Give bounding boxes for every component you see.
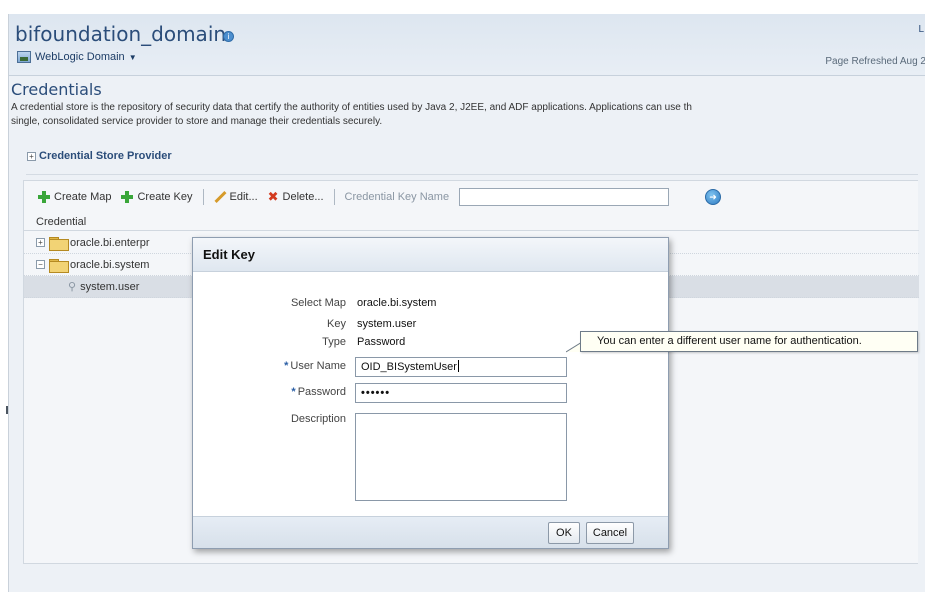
edit-button[interactable]: Edit... bbox=[214, 191, 258, 203]
page-title: Credentials bbox=[11, 80, 102, 99]
collapse-icon[interactable]: − bbox=[36, 260, 45, 269]
password-label: * Password bbox=[291, 386, 346, 398]
required-marker: * bbox=[284, 360, 289, 372]
credential-store-provider-toggle[interactable]: + Credential Store Provider bbox=[27, 150, 172, 162]
info-icon[interactable]: i bbox=[223, 31, 234, 42]
credential-key-name-input[interactable] bbox=[459, 188, 670, 206]
username-label-text: User Name bbox=[290, 360, 346, 372]
key-value: system.user bbox=[357, 318, 417, 330]
toolbar-separator bbox=[333, 189, 335, 205]
text-cursor bbox=[457, 360, 459, 372]
create-key-label: Create Key bbox=[137, 191, 193, 203]
create-key-button[interactable]: Create Key bbox=[121, 191, 193, 203]
password-row: * Password •••••• bbox=[193, 383, 670, 403]
create-map-label: Create Map bbox=[54, 191, 112, 203]
delete-label: Delete... bbox=[282, 191, 324, 203]
page-description: A credential store is the repository of … bbox=[11, 102, 692, 127]
pencil-icon bbox=[214, 191, 226, 203]
delete-button[interactable]: ✖ Delete... bbox=[267, 189, 324, 204]
credential-key-name-label: Credential Key Name bbox=[344, 191, 450, 203]
select-map-row: Select Map oracle.bi.system bbox=[193, 294, 670, 314]
password-label-text: Password bbox=[297, 386, 346, 398]
description-textarea[interactable] bbox=[355, 413, 567, 501]
plus-icon bbox=[38, 191, 50, 203]
folder-icon bbox=[49, 258, 69, 273]
divider bbox=[26, 174, 918, 175]
username-input-text: OID_BISystemUser bbox=[361, 361, 457, 373]
dialog-footer: OK Cancel bbox=[193, 516, 668, 548]
key-icon: ⚲ bbox=[68, 281, 77, 293]
scroll-marker bbox=[6, 406, 8, 414]
tree-row-label: system.user bbox=[80, 280, 140, 293]
folder-icon bbox=[49, 236, 69, 251]
username-input[interactable]: OID_BISystemUser bbox=[355, 357, 567, 377]
cancel-button[interactable]: Cancel bbox=[586, 522, 634, 544]
username-label: * User Name bbox=[284, 360, 346, 372]
top-strip bbox=[0, 0, 925, 14]
ok-button[interactable]: OK bbox=[548, 522, 580, 544]
username-hint-callout: You can enter a different user name for … bbox=[580, 331, 918, 352]
page-refreshed-text: Page Refreshed Aug 2 bbox=[825, 56, 925, 67]
tree-row-label: oracle.bi.enterpr bbox=[70, 236, 150, 249]
delete-icon: ✖ bbox=[267, 189, 279, 204]
type-label: Type bbox=[322, 336, 346, 348]
column-header-credential[interactable]: Credential bbox=[24, 213, 919, 231]
password-input[interactable]: •••••• bbox=[355, 383, 567, 403]
expand-icon[interactable]: + bbox=[36, 238, 45, 247]
required-marker: * bbox=[291, 386, 296, 398]
chevron-down-icon: ▼ bbox=[128, 52, 137, 62]
select-map-label: Select Map bbox=[290, 297, 346, 309]
edit-label: Edit... bbox=[229, 191, 258, 203]
tree-row-label: oracle.bi.system bbox=[70, 258, 150, 271]
domain-header: bifoundation_domain i L WebLogic Domain … bbox=[9, 14, 925, 76]
go-icon[interactable]: ➜ bbox=[705, 189, 722, 205]
toolbar-separator bbox=[202, 189, 204, 205]
select-map-value: oracle.bi.system bbox=[357, 297, 437, 309]
header-top-right-text: L bbox=[918, 24, 924, 35]
expand-icon: + bbox=[27, 151, 36, 161]
credentials-toolbar: Create Map Create Key Edit... ✖ Delete..… bbox=[24, 181, 919, 213]
key-label: Key bbox=[327, 318, 346, 330]
plus-icon bbox=[121, 191, 134, 203]
type-value: Password bbox=[357, 336, 406, 348]
edit-key-dialog: Edit Key Select Map oracle.bi.system Key… bbox=[192, 237, 669, 549]
domain-title: bifoundation_domain bbox=[15, 22, 227, 46]
username-row: * User Name OID_BISystemUser bbox=[193, 357, 670, 377]
credential-store-provider-label: Credential Store Provider bbox=[39, 150, 172, 162]
weblogic-domain-menu[interactable]: WebLogic Domain ▼ bbox=[17, 51, 137, 63]
weblogic-domain-menu-label: WebLogic Domain bbox=[35, 51, 125, 63]
dialog-title[interactable]: Edit Key bbox=[193, 238, 668, 272]
weblogic-domain-icon bbox=[17, 51, 31, 63]
description-label: Description bbox=[290, 413, 346, 425]
create-map-button[interactable]: Create Map bbox=[38, 191, 111, 203]
